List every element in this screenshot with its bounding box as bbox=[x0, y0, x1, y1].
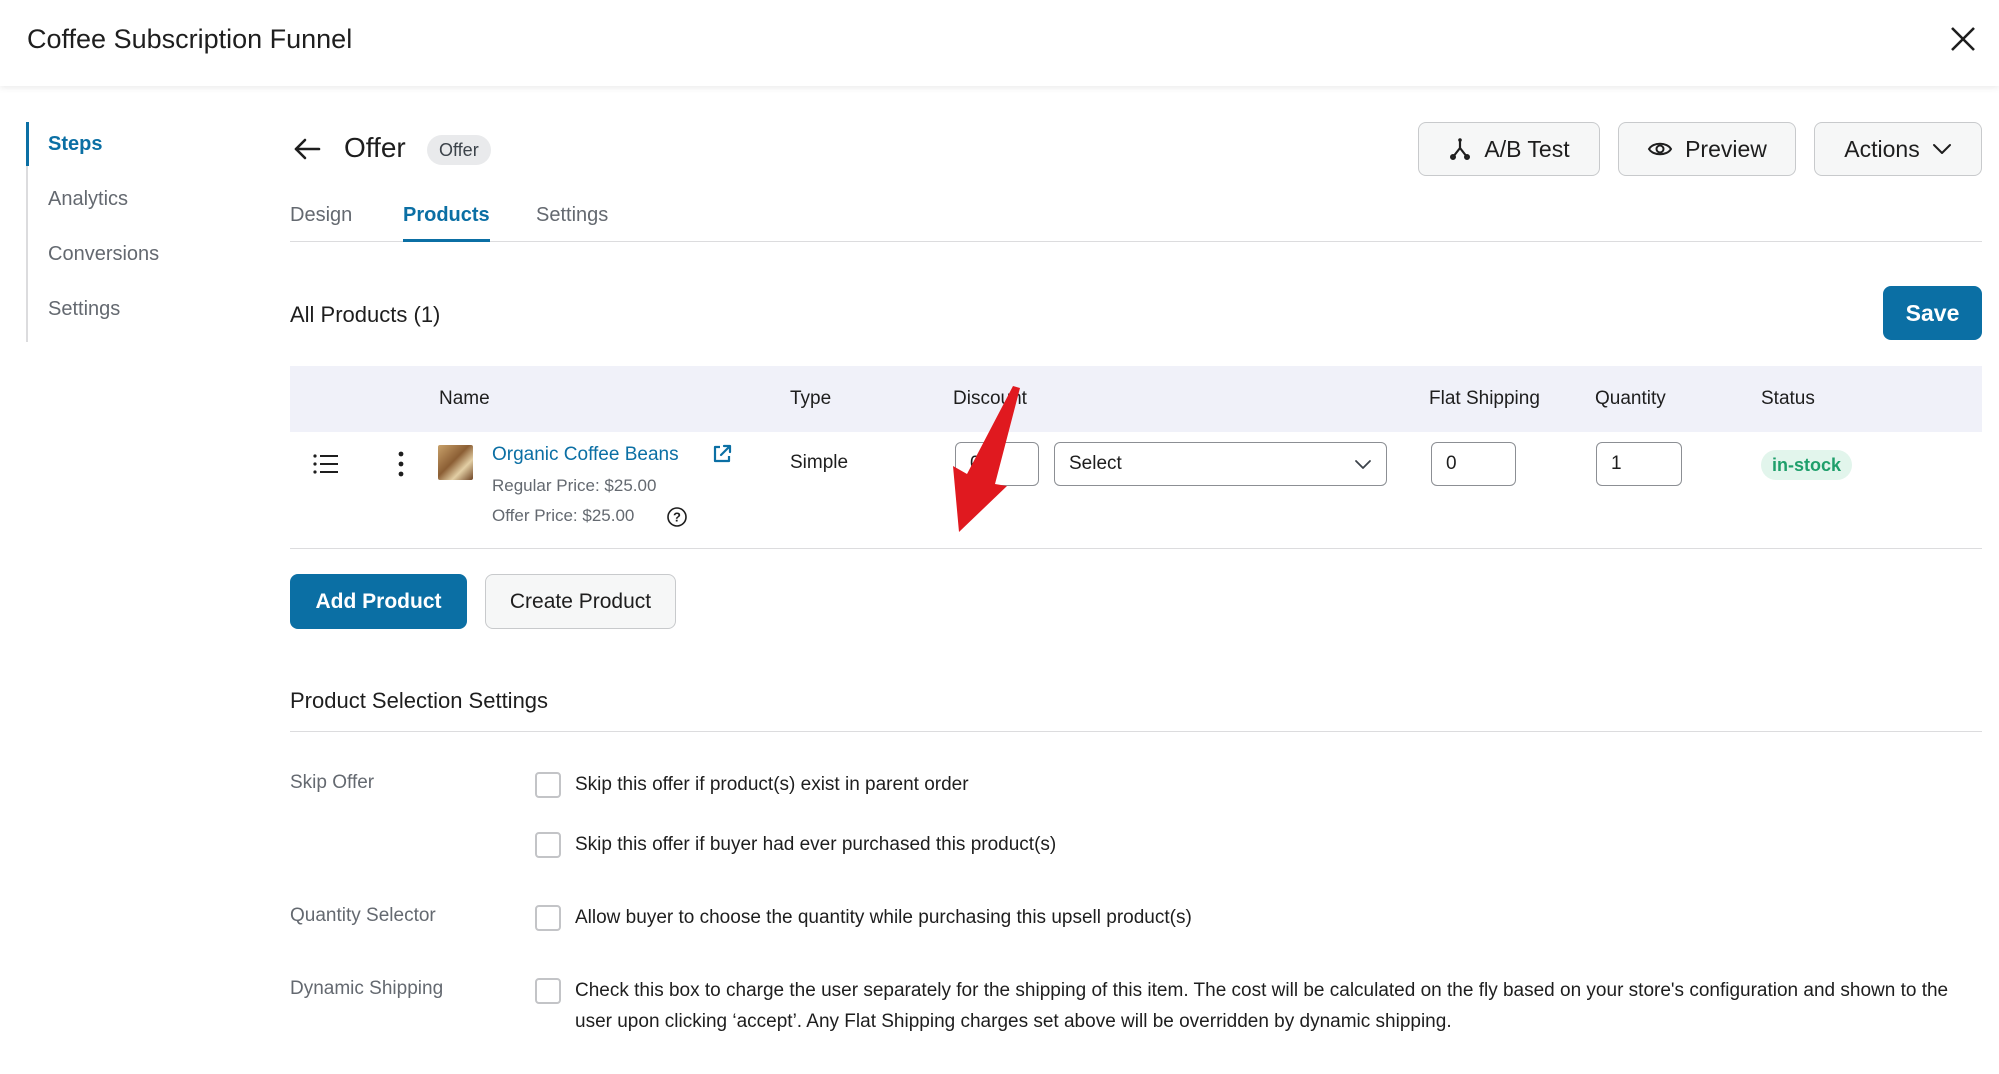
add-product-button[interactable]: Add Product bbox=[290, 574, 467, 629]
sidebar-item-steps[interactable]: Steps bbox=[26, 122, 246, 177]
actions-label: Actions bbox=[1844, 135, 1920, 162]
skip-offer-option-1: Skip this offer if product(s) exist in p… bbox=[535, 772, 1982, 800]
ab-test-label: A/B Test bbox=[1484, 135, 1570, 162]
regular-price: Regular Price: $25.00 bbox=[492, 476, 657, 495]
dynamic-shipping-checkbox[interactable] bbox=[535, 978, 561, 1004]
step-type-badge: Offer bbox=[427, 135, 491, 165]
skip-offer-option-2: Skip this offer if buyer had ever purcha… bbox=[535, 832, 1982, 860]
dynamic-shipping-label: Dynamic Shipping bbox=[290, 978, 444, 999]
actions-dropdown-button[interactable]: Actions bbox=[1814, 122, 1982, 176]
dynamic-shipping-option: Check this box to charge the user separa… bbox=[535, 978, 1982, 1037]
skip-purchased-text: Skip this offer if buyer had ever purcha… bbox=[575, 834, 1057, 855]
skip-parent-order-text: Skip this offer if product(s) exist in p… bbox=[575, 774, 969, 795]
column-flat-shipping: Flat Shipping bbox=[1429, 388, 1540, 409]
offer-price: Offer Price: $25.00 bbox=[492, 506, 635, 525]
dynamic-shipping-text: Check this box to charge the user separa… bbox=[575, 980, 1949, 1032]
skip-purchased-checkbox[interactable] bbox=[535, 832, 561, 858]
more-vertical-icon[interactable] bbox=[396, 450, 406, 478]
step-tabs: Design Products Settings bbox=[290, 204, 1982, 242]
sidebar-item-conversions[interactable]: Conversions bbox=[28, 232, 246, 287]
sidebar-item-settings[interactable]: Settings bbox=[28, 287, 246, 342]
external-link-icon[interactable] bbox=[710, 442, 734, 466]
ab-split-icon bbox=[1450, 138, 1471, 160]
column-name: Name bbox=[439, 388, 490, 409]
products-table-header: Name Type Discount Flat Shipping Quantit… bbox=[290, 366, 1982, 432]
page-title: Offer bbox=[344, 132, 406, 163]
all-products-heading: All Products (1) bbox=[290, 302, 441, 327]
product-type: Simple bbox=[790, 452, 849, 473]
section-title: Product Selection Settings bbox=[290, 688, 1982, 732]
ab-test-button[interactable]: A/B Test bbox=[1418, 122, 1600, 176]
create-product-button[interactable]: Create Product bbox=[485, 574, 676, 629]
table-row: Organic Coffee Beans Regular Price: $25.… bbox=[290, 432, 1982, 549]
sidebar-item-analytics[interactable]: Analytics bbox=[28, 177, 246, 232]
modal-header: Coffee Subscription Funnel bbox=[0, 0, 1999, 86]
skip-offer-label: Skip Offer bbox=[290, 772, 375, 793]
quantity-input[interactable] bbox=[1596, 442, 1682, 486]
column-discount: Discount bbox=[953, 388, 1027, 409]
help-icon[interactable]: ? bbox=[666, 506, 688, 528]
quantity-selector-text: Allow buyer to choose the quantity while… bbox=[575, 907, 1192, 928]
skip-parent-order-checkbox[interactable] bbox=[535, 772, 561, 798]
preview-label: Preview bbox=[1685, 135, 1767, 162]
quantity-selector-option: Allow buyer to choose the quantity while… bbox=[535, 905, 1982, 933]
eye-icon bbox=[1647, 142, 1673, 156]
save-button[interactable]: Save bbox=[1883, 286, 1982, 340]
product-thumbnail bbox=[438, 445, 473, 480]
tab-design[interactable]: Design bbox=[290, 204, 352, 242]
svg-text:?: ? bbox=[673, 510, 681, 525]
funnel-title: Coffee Subscription Funnel bbox=[27, 24, 353, 54]
product-name-link[interactable]: Organic Coffee Beans bbox=[492, 444, 679, 466]
quantity-selector-label: Quantity Selector bbox=[290, 905, 436, 926]
discount-type-select[interactable]: Select bbox=[1054, 442, 1387, 486]
status-badge: in-stock bbox=[1761, 450, 1853, 480]
tab-settings[interactable]: Settings bbox=[536, 204, 608, 242]
discount-input[interactable] bbox=[955, 442, 1039, 486]
column-type: Type bbox=[790, 388, 832, 409]
preview-button[interactable]: Preview bbox=[1618, 122, 1796, 176]
column-status: Status bbox=[1761, 388, 1815, 409]
flat-shipping-input[interactable] bbox=[1431, 442, 1516, 486]
chevron-down-icon bbox=[1932, 144, 1951, 154]
sidebar-nav: Steps Analytics Conversions Settings bbox=[26, 122, 246, 342]
column-quantity: Quantity bbox=[1595, 388, 1666, 409]
close-icon[interactable] bbox=[1946, 22, 1980, 56]
tab-products[interactable]: Products bbox=[403, 204, 490, 242]
chevron-down-icon bbox=[1355, 459, 1371, 469]
discount-type-value: Select bbox=[1069, 453, 1122, 474]
quantity-selector-checkbox[interactable] bbox=[535, 905, 561, 931]
back-arrow-icon[interactable] bbox=[292, 134, 322, 164]
drag-handle-icon[interactable] bbox=[312, 452, 340, 476]
